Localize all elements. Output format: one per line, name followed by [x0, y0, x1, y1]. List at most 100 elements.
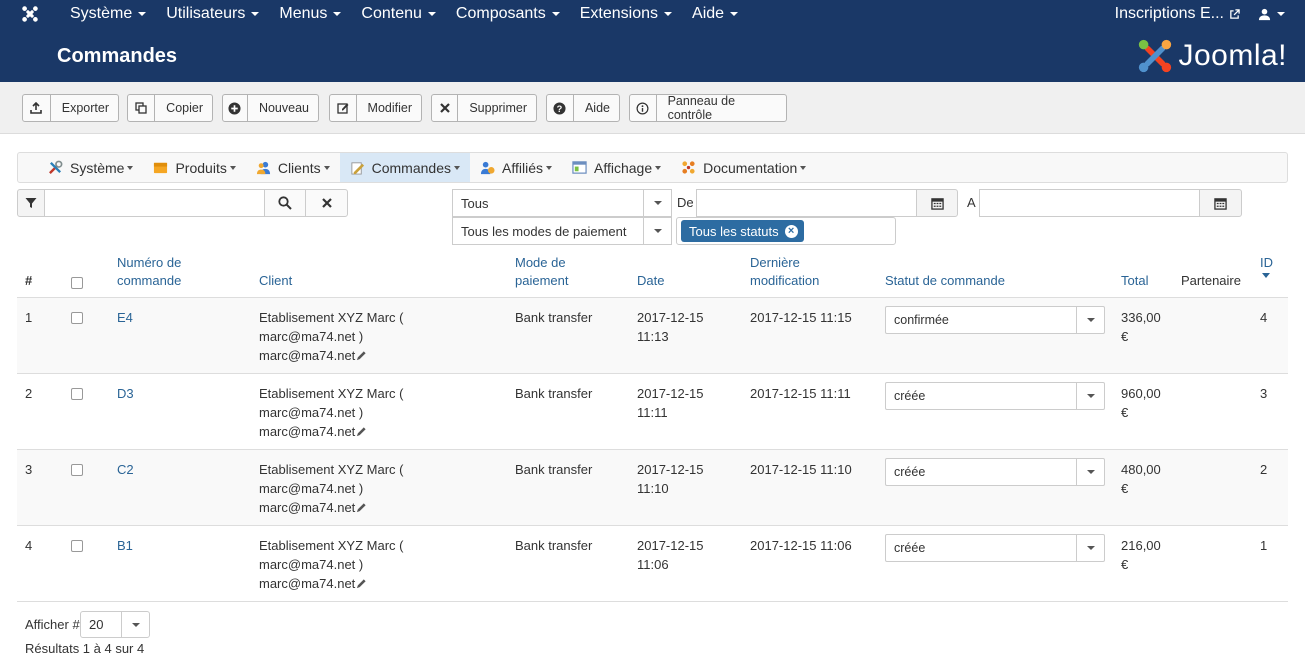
date-cell: 2017-12-15 11:13 [637, 308, 704, 346]
submenu-label: Clients [277, 159, 321, 176]
delete-button[interactable]: Supprimer [431, 94, 537, 122]
pencil-icon[interactable] [356, 426, 367, 437]
caret-down-icon [551, 12, 560, 16]
status-select[interactable]: confirmée [885, 306, 1105, 334]
control-panel-button[interactable]: Panneau de contrôle [629, 94, 787, 122]
menu-extensions[interactable]: Extensions [570, 5, 682, 23]
to-date-input[interactable] [979, 189, 1200, 217]
menu-menus[interactable]: Menus [269, 5, 351, 23]
status-select[interactable]: créée [885, 382, 1105, 410]
window-icon [572, 160, 587, 175]
help-button[interactable]: ? Aide [546, 94, 620, 122]
table-header: # Numéro de commande Client Mode de paie… [17, 250, 1288, 298]
col-status[interactable]: Statut de commande [885, 272, 1005, 290]
col-payment[interactable]: Mode de paiement [515, 254, 568, 290]
new-button[interactable]: Nouveau [222, 94, 319, 122]
total-cell: 336,00 € [1121, 308, 1161, 346]
edit-label: Modifier [367, 101, 412, 115]
table-row: 3 C2 Etablisement XYZ Marc ( marc@ma74.n… [17, 450, 1288, 526]
pencil-icon[interactable] [356, 350, 367, 361]
filter-icon [25, 198, 37, 208]
caret-down-icon [229, 165, 236, 170]
menu-systeme[interactable]: Système [60, 5, 156, 23]
submenu-clients[interactable]: Clients [246, 153, 340, 182]
pencil-icon[interactable] [356, 502, 367, 513]
type-select[interactable]: Tous [452, 189, 672, 217]
submenu-affichage[interactable]: Affichage [562, 153, 671, 182]
id-cell: 1 [1260, 538, 1268, 553]
search-button[interactable] [264, 189, 306, 217]
limit-select[interactable]: 20 [80, 611, 150, 638]
clear-search-button[interactable] [305, 189, 348, 217]
payment-select[interactable]: Tous les modes de paiement [452, 217, 672, 245]
client-cell: Etablisement XYZ Marc ( marc@ma74.net ) … [259, 384, 404, 441]
submenu-label: Affichage [593, 159, 653, 176]
menu-utilisateurs[interactable]: Utilisateurs [156, 5, 269, 23]
row-checkbox[interactable] [71, 540, 83, 552]
date-time: 11:10 [637, 481, 669, 496]
admin-menubar: Système Utilisateurs Menus Contenu Compo… [0, 0, 1305, 28]
col-client[interactable]: Client [259, 272, 292, 290]
date-cell: 2017-12-15 11:11 [637, 384, 704, 422]
col-order-number-line2: commande [117, 273, 182, 288]
remove-chip-icon[interactable]: × [784, 224, 798, 238]
row-checkbox[interactable] [71, 464, 83, 476]
order-number-link[interactable]: C2 [117, 460, 134, 479]
caret-down-icon [127, 165, 134, 170]
col-payment-line1: Mode de [515, 255, 566, 270]
client-email: marc@ma74.net ) [259, 557, 364, 572]
caret-down-icon [730, 12, 739, 16]
client-contact: marc@ma74.net [259, 576, 356, 591]
submenu-systeme[interactable]: Système [38, 153, 143, 182]
filter-toggle-button[interactable] [17, 189, 45, 217]
col-payment-line2: paiement [515, 273, 569, 288]
modified-cell: 2017-12-15 11:10 [750, 462, 852, 477]
status-value: créée [894, 389, 926, 403]
submenu-affilies[interactable]: Affiliés [470, 153, 562, 182]
submenu-label: Commandes [371, 159, 451, 176]
status-chip[interactable]: Tous les statuts × [681, 220, 804, 242]
calendar-icon [930, 197, 944, 210]
total-currency: € [1121, 405, 1129, 420]
row-checkbox[interactable] [71, 388, 83, 400]
status-select[interactable]: créée [885, 534, 1105, 562]
col-modified[interactable]: Dernière modification [750, 254, 819, 290]
total-amount: 960,00 [1121, 386, 1161, 401]
chevron-down-icon [1076, 535, 1104, 561]
user-menu[interactable] [1258, 8, 1305, 21]
col-total[interactable]: Total [1121, 272, 1148, 290]
id-cell: 4 [1260, 310, 1268, 325]
order-number-link[interactable]: D3 [117, 384, 134, 403]
to-calendar-button[interactable] [1199, 189, 1242, 217]
submenu-commandes[interactable]: Commandes [339, 153, 470, 182]
order-number-link[interactable]: B1 [117, 536, 133, 555]
menu-composants[interactable]: Composants [446, 5, 570, 23]
submenu-produits[interactable]: Produits [143, 153, 245, 182]
copy-button[interactable]: Copier [127, 94, 213, 122]
order-number-link[interactable]: E4 [117, 308, 133, 327]
date-time: 11:11 [637, 405, 668, 420]
menu-aide[interactable]: Aide [682, 5, 748, 23]
site-link[interactable]: Inscriptions E... [1115, 5, 1258, 23]
table-row: 2 D3 Etablisement XYZ Marc ( marc@ma74.n… [17, 374, 1288, 450]
row-checkbox[interactable] [71, 312, 83, 324]
from-date-input[interactable] [696, 189, 917, 217]
modified-cell: 2017-12-15 11:15 [750, 310, 852, 325]
client-contact: marc@ma74.net [259, 500, 356, 515]
joomla-icon[interactable] [0, 0, 60, 28]
search-input[interactable] [44, 189, 265, 217]
menu-contenu[interactable]: Contenu [351, 5, 446, 23]
status-select[interactable]: créée [885, 458, 1105, 486]
edit-button[interactable]: Modifier [329, 94, 422, 122]
col-date[interactable]: Date [637, 272, 664, 290]
select-all-checkbox[interactable] [71, 277, 83, 289]
client-contact: marc@ma74.net [259, 424, 356, 439]
col-order-number[interactable]: Numéro de commande [117, 254, 181, 290]
from-calendar-button[interactable] [916, 189, 958, 217]
submenu-documentation[interactable]: Documentation [671, 153, 816, 182]
export-button[interactable]: Exporter [22, 94, 119, 122]
col-id[interactable]: ID [1260, 254, 1273, 278]
menu-label: Aide [692, 5, 725, 22]
from-label: De [677, 195, 694, 210]
pencil-icon[interactable] [356, 578, 367, 589]
